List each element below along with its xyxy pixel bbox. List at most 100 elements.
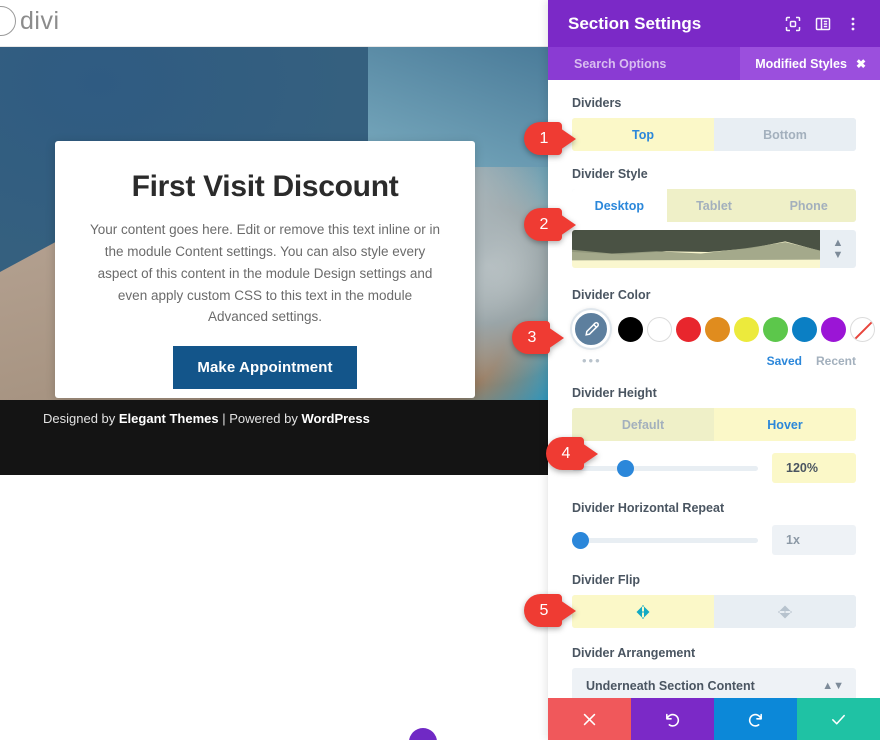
divider-horizontal-repeat-value[interactable]: 1x bbox=[772, 525, 856, 555]
annotation-pin-tip bbox=[560, 599, 576, 622]
screen: divi First Visit Discount Your content g… bbox=[0, 0, 880, 740]
annotation-pin-tip bbox=[560, 127, 576, 150]
annotation-pin-3: 3 bbox=[512, 321, 564, 354]
divi-logo-mark bbox=[0, 6, 16, 36]
divider-height-label: Divider Height bbox=[572, 386, 657, 400]
divider-horizontal-repeat-slider-knob[interactable] bbox=[572, 531, 589, 549]
divider-style-select[interactable]: ▲ ▼ bbox=[572, 230, 856, 268]
site-topbar: divi bbox=[0, 0, 548, 47]
footer-brand-wordpress[interactable]: WordPress bbox=[301, 411, 369, 426]
divider-style-desktop-tab[interactable]: Desktop bbox=[572, 189, 667, 222]
undo-icon bbox=[666, 713, 680, 727]
more-colors-icon[interactable]: ••• bbox=[572, 353, 767, 368]
close-icon bbox=[583, 713, 596, 725]
panel-header: Section Settings bbox=[548, 0, 880, 47]
cancel-button[interactable] bbox=[548, 698, 631, 740]
annotation-pin-number: 2 bbox=[539, 215, 549, 233]
divider-horizontal-repeat-label: Divider Horizontal Repeat bbox=[572, 501, 725, 515]
divider-style-device-tabs: Desktop Tablet Phone bbox=[572, 189, 856, 222]
divider-style-stepper-icon[interactable]: ▲ ▼ bbox=[820, 230, 856, 268]
dividers-tabs: Top Bottom bbox=[572, 118, 856, 151]
divider-style-phone-tab[interactable]: Phone bbox=[761, 189, 856, 222]
footer-credit: Designed by Elegant Themes | Powered by … bbox=[43, 411, 370, 426]
annotation-pin-5: 5 bbox=[524, 594, 576, 627]
recent-colors-tab[interactable]: Recent bbox=[816, 354, 856, 368]
section-settings-panel: Section Settings Search Options Modified… bbox=[548, 0, 880, 740]
flip-vertical-icon[interactable] bbox=[714, 595, 856, 628]
dividers-group: Dividers Top Bottom bbox=[572, 96, 856, 151]
footer-prefix: Designed by bbox=[43, 411, 119, 426]
color-swatch-red[interactable] bbox=[676, 316, 701, 342]
promo-card: First Visit Discount Your content goes h… bbox=[55, 141, 475, 398]
annotation-pin-4: 4 bbox=[546, 437, 598, 470]
color-swatch-white[interactable] bbox=[647, 316, 672, 342]
footer-brand-elegant-themes[interactable]: Elegant Themes bbox=[119, 411, 219, 426]
panel-body: Dividers Top Bottom Divider Style Deskto… bbox=[548, 80, 880, 698]
close-icon[interactable]: ✖ bbox=[856, 57, 866, 71]
divider-height-state-tabs: Default Hover bbox=[572, 408, 856, 441]
divider-arrangement-select[interactable]: Underneath Section Content ▲▼ bbox=[572, 668, 856, 698]
annotation-pin-number: 4 bbox=[561, 444, 571, 462]
divider-horizontal-repeat-group: Divider Horizontal Repeat 1x bbox=[572, 501, 856, 555]
divider-arrangement-value: Underneath Section Content bbox=[586, 679, 755, 693]
divider-height-hover-tab[interactable]: Hover bbox=[714, 408, 856, 441]
redo-button[interactable] bbox=[714, 698, 797, 740]
color-swatch-purple[interactable] bbox=[821, 316, 846, 342]
save-button[interactable] bbox=[797, 698, 880, 740]
panel-action-bar bbox=[548, 698, 880, 740]
saved-colors-tab[interactable]: Saved bbox=[767, 354, 802, 368]
hero-section: First Visit Discount Your content goes h… bbox=[0, 47, 548, 400]
promo-card-heading: First Visit Discount bbox=[131, 170, 399, 203]
divider-height-slider[interactable] bbox=[572, 459, 758, 477]
focus-icon[interactable] bbox=[780, 11, 806, 37]
dividers-top-tab[interactable]: Top bbox=[572, 118, 714, 151]
modified-styles-label: Modified Styles bbox=[755, 56, 847, 71]
color-swatch-blue[interactable] bbox=[792, 316, 817, 342]
divider-style-group: Divider Style Desktop Tablet Phone ▲ ▼ bbox=[572, 167, 856, 268]
annotation-pin-number: 1 bbox=[539, 129, 549, 147]
divider-flip-group: Divider Flip bbox=[572, 573, 856, 628]
divider-color-swatches bbox=[572, 310, 875, 348]
divider-height-value[interactable]: 120% bbox=[772, 453, 856, 483]
page-preview: divi First Visit Discount Your content g… bbox=[0, 0, 548, 740]
annotation-pin-number: 3 bbox=[527, 328, 537, 346]
annotation-pin-tip bbox=[548, 326, 564, 349]
color-swatch-yellow[interactable] bbox=[734, 316, 759, 342]
divider-arrangement-group: Divider Arrangement Underneath Section C… bbox=[572, 646, 856, 698]
divider-height-slider-knob[interactable] bbox=[616, 459, 634, 477]
divi-logo[interactable]: divi bbox=[0, 6, 60, 36]
annotation-pin-1: 1 bbox=[524, 122, 576, 155]
color-swatch-none[interactable] bbox=[850, 316, 875, 342]
panel-title: Section Settings bbox=[568, 13, 702, 33]
eyedropper-icon[interactable] bbox=[572, 310, 610, 348]
undo-button[interactable] bbox=[631, 698, 714, 740]
check-icon bbox=[832, 714, 845, 725]
more-vertical-icon[interactable] bbox=[840, 11, 866, 37]
annotation-pin-2: 2 bbox=[524, 208, 576, 241]
divider-height-group: Divider Height Default Hover 120% bbox=[572, 386, 856, 483]
dividers-bottom-tab[interactable]: Bottom bbox=[714, 118, 856, 151]
redo-icon bbox=[748, 713, 762, 727]
divider-color-label: Divider Color bbox=[572, 288, 651, 302]
color-swatch-green[interactable] bbox=[763, 316, 788, 342]
make-appointment-button[interactable]: Make Appointment bbox=[173, 346, 357, 390]
site-footer: Designed by Elegant Themes | Powered by … bbox=[0, 400, 548, 475]
divider-style-tablet-tab[interactable]: Tablet bbox=[666, 189, 762, 222]
color-swatch-orange[interactable] bbox=[705, 316, 730, 342]
page-whitespace bbox=[0, 475, 548, 740]
divider-arrangement-label: Divider Arrangement bbox=[572, 646, 696, 660]
divider-color-meta: ••• Saved Recent bbox=[572, 353, 856, 368]
layout-icon[interactable] bbox=[810, 11, 836, 37]
flip-horizontal-icon[interactable] bbox=[572, 595, 714, 628]
search-options-input[interactable]: Search Options bbox=[574, 57, 666, 71]
divider-horizontal-repeat-slider[interactable] bbox=[572, 531, 758, 549]
annotation-pin-tip bbox=[560, 213, 576, 236]
divider-shape-preview[interactable] bbox=[572, 230, 820, 268]
divider-style-label: Divider Style bbox=[572, 167, 648, 181]
color-swatch-black[interactable] bbox=[618, 316, 643, 342]
divider-color-group: Divider Color ••• Saved Recent bbox=[572, 288, 875, 368]
modified-styles-badge[interactable]: Modified Styles ✖ bbox=[740, 47, 880, 80]
chevron-updown-icon: ▲▼ bbox=[822, 680, 844, 692]
divider-height-slider-row: 120% bbox=[572, 453, 856, 483]
annotation-pin-number: 5 bbox=[539, 601, 549, 619]
